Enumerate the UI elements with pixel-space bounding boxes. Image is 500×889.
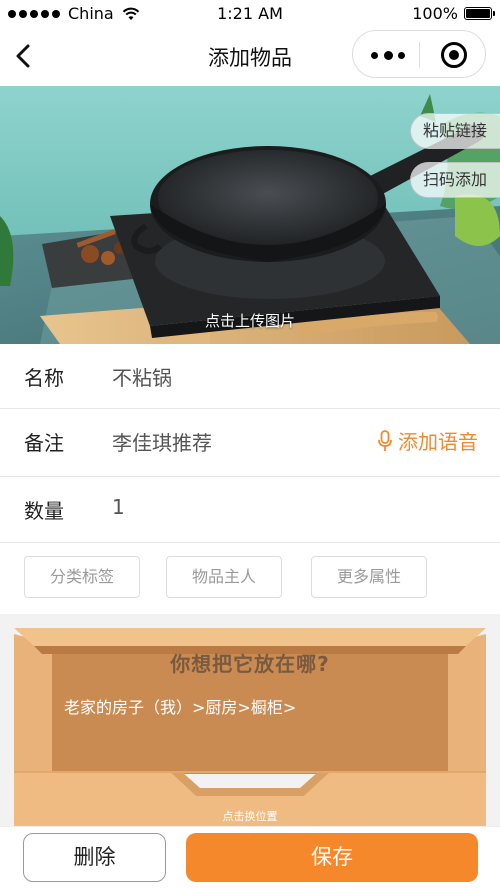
quantity-field[interactable]: 1 (112, 495, 125, 519)
note-field[interactable]: 李佳琪推荐 (112, 427, 212, 456)
mini-program-capsule (352, 30, 486, 78)
item-photo-upload[interactable]: 粘贴链接 扫码添加 点击上传图片 (0, 86, 500, 344)
location-picker[interactable]: 你想把它放在哪? 老家的房子（我）>厨房>橱柜> 点击换位置 (0, 614, 500, 826)
note-row[interactable]: 备注 李佳琪推荐 添加语音 (0, 409, 500, 477)
more-attributes-button[interactable]: 更多属性 (311, 556, 427, 598)
quantity-row[interactable]: 数量 1 (0, 477, 500, 543)
storage-box-illustration (14, 628, 486, 826)
bottom-action-bar: 删除 保存 (0, 826, 500, 889)
close-mini-program-icon[interactable] (441, 42, 467, 68)
save-button[interactable]: 保存 (186, 833, 478, 882)
name-field[interactable]: 不粘锅 (112, 362, 172, 391)
name-row[interactable]: 名称 不粘锅 (0, 344, 500, 409)
location-path: 老家的房子（我）>厨房>橱柜> (64, 698, 297, 717)
battery-percent: 100% (412, 4, 458, 23)
status-right: 100% (412, 4, 495, 23)
microphone-icon (378, 429, 392, 451)
paste-link-button[interactable]: 粘贴链接 (410, 113, 500, 149)
name-label: 名称 (24, 366, 64, 390)
scan-add-button[interactable]: 扫码添加 (410, 162, 500, 198)
owner-tag-button[interactable]: 物品主人 (166, 556, 282, 598)
attribute-tags: 分类标签 物品主人 更多属性 (0, 543, 500, 613)
capsule-divider (419, 42, 420, 68)
upload-caption: 点击上传图片 (204, 312, 295, 330)
battery-icon (464, 7, 495, 20)
category-tag-button[interactable]: 分类标签 (24, 556, 140, 598)
delete-button[interactable]: 删除 (23, 833, 166, 882)
add-voice-label: 添加语音 (398, 430, 478, 454)
location-prompt: 你想把它放在哪? (170, 652, 330, 676)
nav-bar: 添加物品 (0, 28, 500, 84)
change-location-hint[interactable]: 点击换位置 (0, 808, 500, 824)
quantity-label: 数量 (24, 499, 64, 523)
note-label: 备注 (24, 431, 64, 455)
add-voice-button[interactable]: 添加语音 (378, 426, 478, 455)
status-bar: China 1:21 AM 100% (0, 0, 500, 28)
more-icon[interactable] (371, 45, 405, 65)
